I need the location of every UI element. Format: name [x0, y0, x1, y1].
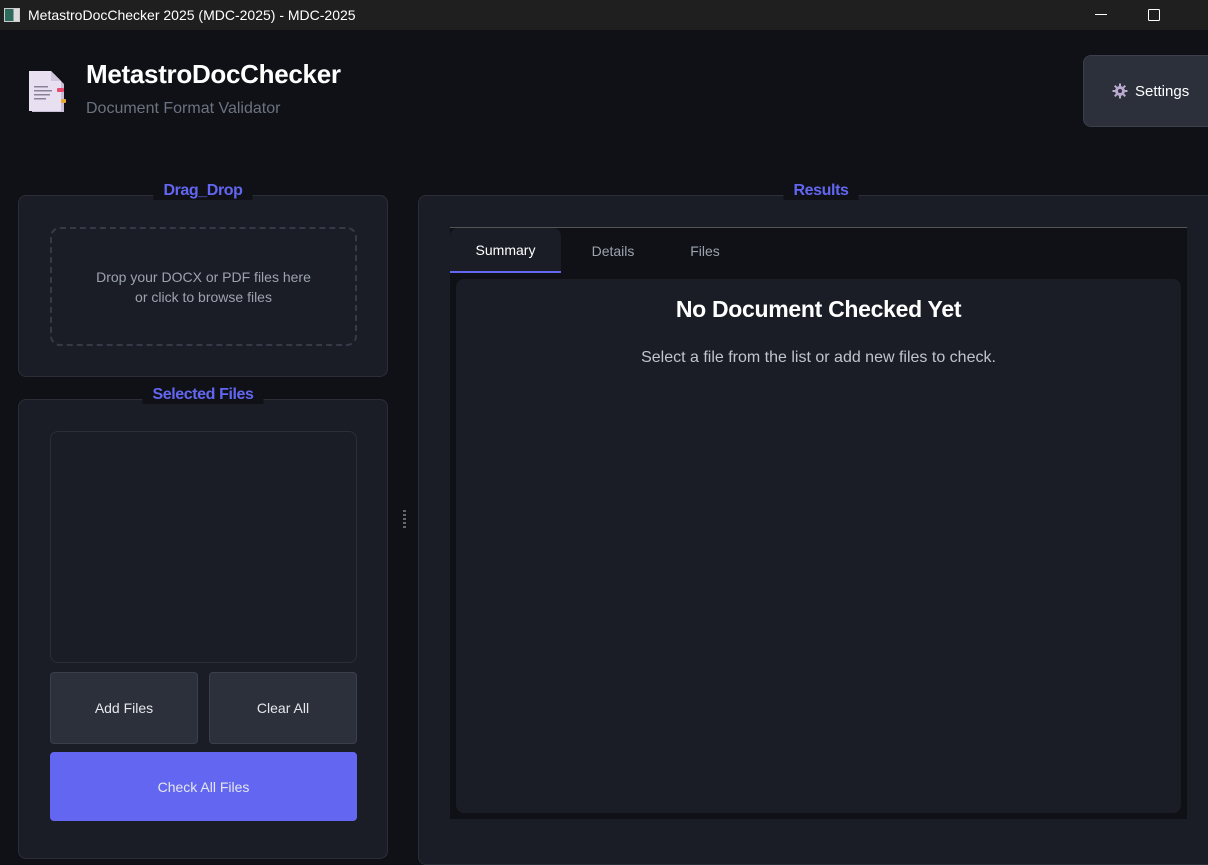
empty-state-message: Select a file from the list or add new f…: [641, 349, 996, 366]
drop-zone-line2: or click to browse files: [135, 288, 272, 305]
app-name: MetastroDocChecker: [86, 59, 341, 89]
settings-button[interactable]: Settings: [1083, 55, 1208, 127]
title-bar: MetastroDocChecker 2025 (MDC-2025) - MDC…: [0, 0, 1208, 30]
file-list[interactable]: [50, 431, 357, 663]
selected-files-legend: Selected Files: [142, 386, 264, 404]
splitter-handle[interactable]: [403, 510, 406, 530]
drop-zone-line1: Drop your DOCX or PDF files here: [96, 268, 311, 285]
selected-files-panel: Selected Files Add Files Clear All Check…: [18, 386, 388, 859]
drop-zone[interactable]: Drop your DOCX or PDF files here or clic…: [50, 227, 357, 346]
app-icon: [4, 8, 20, 22]
tab-files[interactable]: Files: [660, 228, 750, 274]
app-subtitle: Document Format Validator: [86, 100, 281, 117]
empty-state-title: No Document Checked Yet: [675, 296, 962, 322]
drag-drop-legend: Drag_Drop: [153, 182, 253, 200]
summary-content: No Document Checked Yet Select a file fr…: [450, 273, 1187, 819]
drag-drop-panel: Drag_Drop Drop your DOCX or PDF files he…: [18, 182, 388, 377]
maximize-button[interactable]: [1131, 0, 1177, 30]
check-all-files-button[interactable]: Check All Files: [50, 752, 357, 821]
empty-state-card: No Document Checked Yet Select a file fr…: [456, 279, 1181, 813]
tab-details[interactable]: Details: [568, 228, 658, 274]
tab-summary[interactable]: Summary: [450, 228, 561, 274]
results-legend: Results: [783, 182, 859, 200]
document-logo-icon: [29, 71, 66, 112]
gear-icon: [1112, 83, 1128, 99]
settings-label: Settings: [1135, 82, 1190, 100]
results-panel: Results Summary Details Files No Documen…: [418, 182, 1208, 865]
results-tabs: Summary Details Files: [450, 227, 1187, 274]
minimize-button[interactable]: [1078, 0, 1124, 30]
add-files-button[interactable]: Add Files: [50, 672, 198, 744]
window-title: MetastroDocChecker 2025 (MDC-2025) - MDC…: [28, 7, 356, 23]
clear-all-button[interactable]: Clear All: [209, 672, 357, 744]
